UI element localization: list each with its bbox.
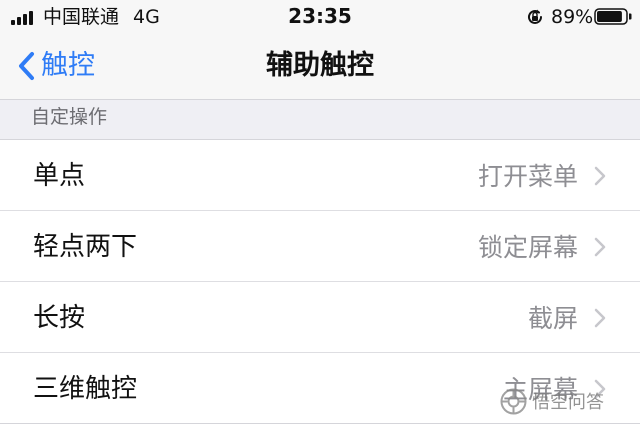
row-label: 轻点两下 — [33, 232, 138, 262]
back-label: 触控 — [41, 50, 95, 81]
list-item-double-tap[interactable]: 轻点两下 锁定屏幕 — [0, 211, 640, 282]
status-bar: 中国联通 4G 23:35 89% — [0, 0, 640, 34]
row-value: 打开菜单 — [477, 162, 578, 191]
row-label: 单点 — [33, 161, 86, 191]
custom-actions-list: 单点 打开菜单 轻点两下 锁定屏幕 长按 截屏 三维触控 主屏幕 — [0, 139, 640, 424]
list-item-single-tap[interactable]: 单点 打开菜单 — [0, 140, 640, 211]
row-label: 三维触控 — [33, 374, 138, 404]
rotation-lock-icon — [528, 9, 542, 24]
carrier-name: 中国联通 — [43, 6, 120, 28]
watermark: 悟空问答 — [500, 386, 632, 416]
row-value: 截屏 — [527, 304, 578, 333]
signal-bars-icon — [11, 9, 35, 25]
status-time: 23:35 — [288, 4, 352, 28]
battery-icon — [594, 8, 632, 25]
battery-percentage: 89% — [551, 6, 594, 28]
watermark-logo-icon — [500, 388, 527, 414]
list-item-long-press[interactable]: 长按 截屏 — [0, 282, 640, 353]
chevron-right-icon — [594, 166, 606, 186]
chevron-left-icon — [19, 52, 34, 80]
chevron-right-icon — [594, 237, 606, 257]
network-type: 4G — [133, 6, 160, 28]
page-title: 辅助触控 — [266, 50, 374, 81]
watermark-text: 悟空问答 — [532, 392, 604, 413]
section-header: 自定操作 — [31, 106, 108, 128]
navigation-bar: 触控 辅助触控 — [0, 34, 640, 100]
row-value: 锁定屏幕 — [477, 233, 578, 262]
back-button[interactable]: 触控 — [17, 48, 95, 84]
row-label: 长按 — [33, 303, 86, 333]
chevron-right-icon — [594, 308, 606, 328]
